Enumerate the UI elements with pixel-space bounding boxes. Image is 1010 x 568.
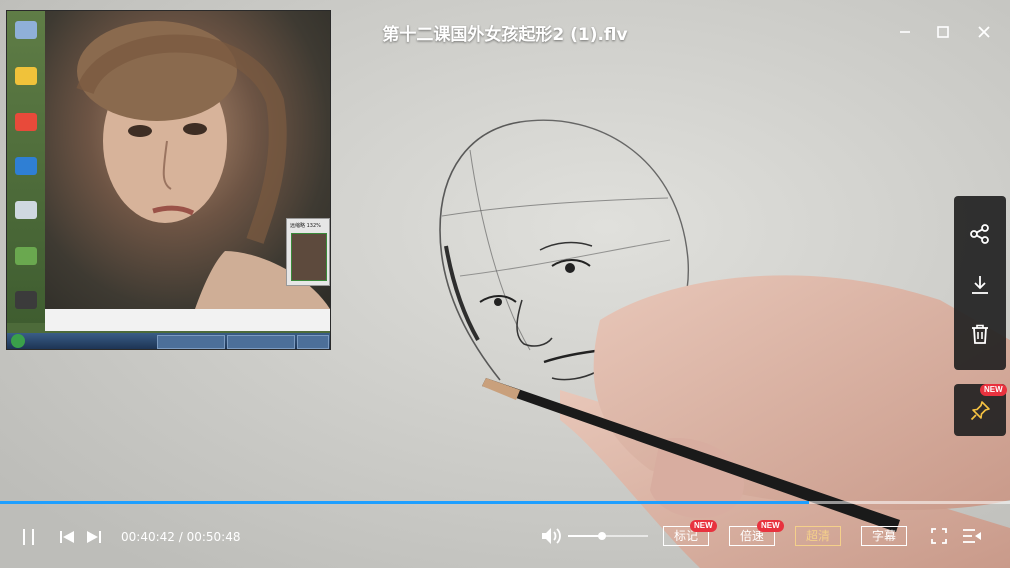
share-icon (970, 224, 989, 244)
taskbar-item (297, 335, 329, 349)
close-icon (978, 26, 990, 38)
taskbar-item (227, 335, 295, 349)
side-action-panel (954, 196, 1006, 370)
playlist-icon (963, 529, 981, 543)
quality-button[interactable]: 超清 (795, 526, 841, 546)
previous-button[interactable] (58, 528, 76, 546)
subtitle-button[interactable]: 字幕 (861, 526, 907, 546)
desktop-icons-column (7, 11, 45, 323)
minimize-icon (900, 31, 910, 33)
share-button[interactable] (968, 222, 992, 246)
embedded-reference-screen: 远缩略 132% (6, 10, 331, 350)
volume-knob[interactable] (597, 532, 606, 540)
fullscreen-button[interactable] (930, 527, 948, 545)
volume-level (568, 535, 602, 537)
minimize-button[interactable] (895, 22, 915, 42)
subtitle-label: 字幕 (871, 529, 896, 543)
volume-slider[interactable] (568, 532, 648, 540)
skip-next-icon (87, 531, 101, 543)
taskbar-item (157, 335, 225, 349)
monitor-icon (15, 291, 37, 309)
pin-icon (970, 401, 990, 421)
zoom-label: 远缩略 132% (290, 223, 321, 229)
embedded-taskbar (7, 333, 330, 349)
qq-icon (15, 67, 37, 85)
next-button[interactable] (85, 528, 103, 546)
pause-icon (23, 529, 34, 545)
speed-new-badge: NEW (757, 520, 784, 532)
video-player[interactable]: 远缩略 132% 第十二课国外女孩起形2 (1).flv NEW 00:40:4… (0, 0, 1010, 568)
pin-new-badge: NEW (980, 384, 1007, 396)
volume-button[interactable] (540, 526, 562, 546)
video-app-icon (15, 247, 37, 265)
download-button[interactable] (968, 273, 992, 297)
ie-icon (15, 157, 37, 175)
skip-previous-icon (60, 531, 74, 543)
pause-button[interactable] (20, 528, 38, 546)
volume-icon (542, 528, 561, 544)
mark-new-badge: NEW (690, 520, 717, 532)
zoom-preview-window: 远缩略 132% (286, 218, 330, 286)
app-icon (15, 113, 37, 131)
time-display: 00:40:42 / 00:50:48 (121, 530, 241, 544)
fullscreen-icon (931, 528, 947, 544)
close-button[interactable] (974, 22, 994, 42)
delete-button[interactable] (968, 322, 992, 346)
window-title: 第十二课国外女孩起形2 (1).flv (382, 25, 628, 45)
maximize-button[interactable] (933, 22, 953, 42)
playlist-button[interactable] (962, 527, 982, 545)
pin-panel[interactable]: NEW (954, 384, 1007, 436)
delete-icon (972, 324, 988, 344)
zoom-thumbnail (291, 233, 327, 281)
download-icon (972, 276, 988, 294)
control-bar: 00:40:42 / 00:50:48 标记 NEW 倍速 NEW 超清 字幕 (0, 504, 1010, 568)
recycle-bin-icon (15, 201, 37, 219)
quality-label: 超清 (805, 529, 830, 543)
maximize-icon (937, 26, 949, 38)
start-icon (11, 334, 25, 348)
embedded-blank-area (45, 309, 330, 331)
